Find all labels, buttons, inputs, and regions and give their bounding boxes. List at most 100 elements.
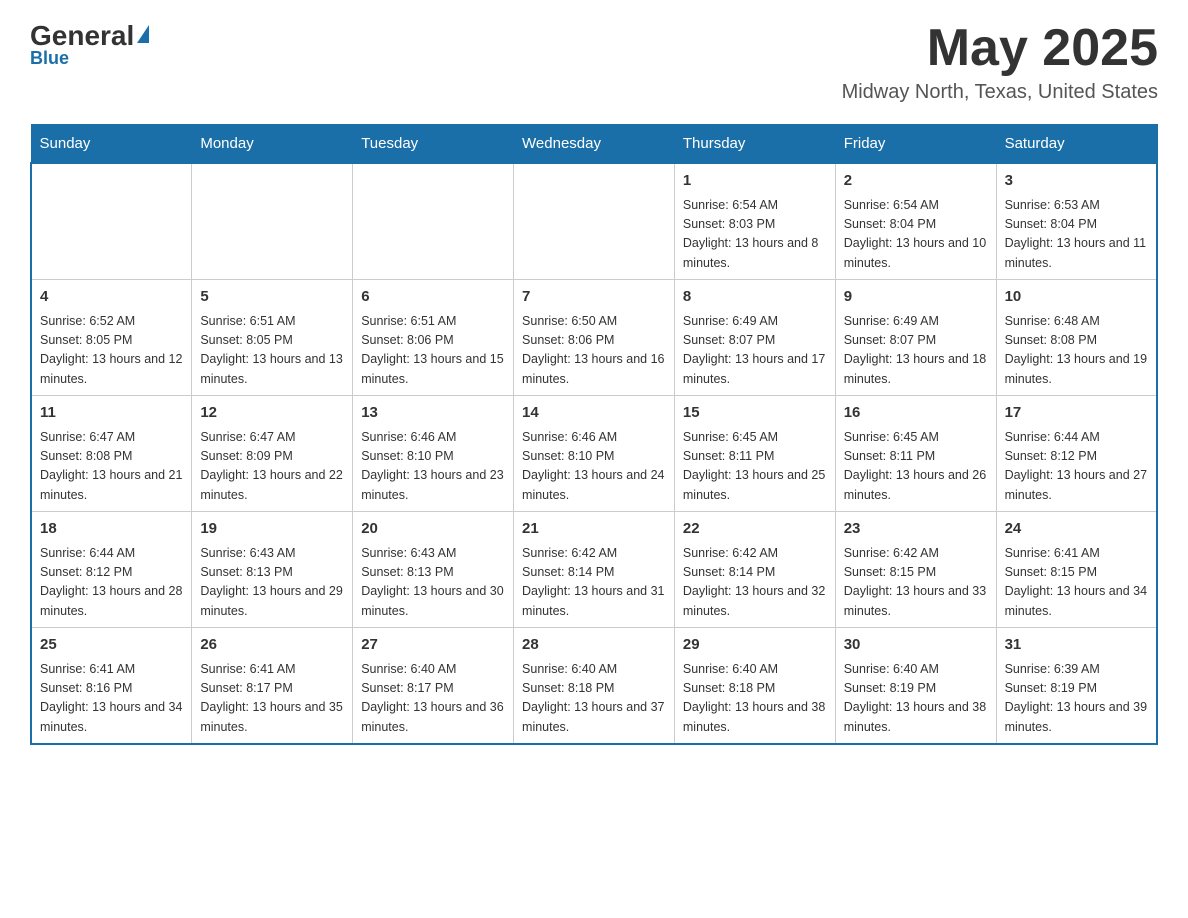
day-info: Sunrise: 6:51 AM Sunset: 8:05 PM Dayligh… [200, 312, 344, 390]
col-friday: Friday [835, 125, 996, 164]
col-monday: Monday [192, 125, 353, 164]
day-number: 22 [683, 518, 827, 541]
calendar-row: 18Sunrise: 6:44 AM Sunset: 8:12 PM Dayli… [31, 512, 1157, 628]
logo: General Blue [30, 20, 149, 69]
day-info: Sunrise: 6:48 AM Sunset: 8:08 PM Dayligh… [1005, 312, 1148, 390]
day-number: 26 [200, 634, 344, 657]
calendar-cell: 7 Sunrise: 6:50 AM Sunset: 8:06 PM Daylig… [514, 280, 675, 396]
day-number: 7 [522, 286, 666, 309]
day-info: Sunrise: 6:41 AM Sunset: 8:17 PM Dayligh… [200, 660, 344, 738]
day-info: Sunrise: 6:46 AM Sunset: 8:10 PM Dayligh… [522, 428, 666, 506]
logo-triangle-icon [137, 25, 149, 43]
day-number: 31 [1005, 634, 1148, 657]
day-info: Sunrise: 6:47 AM Sunset: 8:08 PM Dayligh… [40, 428, 183, 506]
calendar-cell: 18Sunrise: 6:44 AM Sunset: 8:12 PM Dayli… [31, 512, 192, 628]
logo-blue: Blue [30, 48, 69, 69]
day-number: 12 [200, 402, 344, 425]
calendar-cell: 14 Sunrise: 6:46 AM Sunset: 8:10 PM Dayli… [514, 396, 675, 512]
day-number: 24 [1005, 518, 1148, 541]
calendar-body: 1 Sunrise: 6:54 AM Sunset: 8:03 PM Daylig… [31, 163, 1157, 744]
day-number: 10 [1005, 286, 1148, 309]
day-number: 15 [683, 402, 827, 425]
day-number: 23 [844, 518, 988, 541]
calendar-cell: 28 Sunrise: 6:40 AM Sunset: 8:18 PM Dayli… [514, 628, 675, 745]
day-info: Sunrise: 6:42 AM Sunset: 8:14 PM Dayligh… [522, 544, 666, 622]
day-number: 1 [683, 170, 827, 193]
day-info: Sunrise: 6:44 AM Sunset: 8:12 PM Dayligh… [1005, 428, 1148, 506]
calendar-row: 4 Sunrise: 6:52 AM Sunset: 8:05 PM Daylig… [31, 280, 1157, 396]
day-number: 9 [844, 286, 988, 309]
calendar-cell: 15 Sunrise: 6:45 AM Sunset: 8:11 PM Dayli… [674, 396, 835, 512]
day-info: Sunrise: 6:41 AM Sunset: 8:15 PM Dayligh… [1005, 544, 1148, 622]
day-number: 2 [844, 170, 988, 193]
calendar-cell: 31 Sunrise: 6:39 AM Sunset: 8:19 PM Dayli… [996, 628, 1157, 745]
day-info: Sunrise: 6:44 AM Sunset: 8:12 PM Dayligh… [40, 544, 183, 622]
calendar-cell: 2 Sunrise: 6:54 AM Sunset: 8:04 PM Daylig… [835, 163, 996, 280]
title-block: May 2025 Midway North, Texas, United Sta… [842, 20, 1158, 104]
calendar-cell: 16 Sunrise: 6:45 AM Sunset: 8:11 PM Dayli… [835, 396, 996, 512]
day-number: 20 [361, 518, 505, 541]
calendar-row: 1 Sunrise: 6:54 AM Sunset: 8:03 PM Daylig… [31, 163, 1157, 280]
day-number: 19 [200, 518, 344, 541]
calendar-cell: 23 Sunrise: 6:42 AM Sunset: 8:15 PM Dayli… [835, 512, 996, 628]
month-title: May 2025 [842, 20, 1158, 77]
calendar-row: 11 Sunrise: 6:47 AM Sunset: 8:08 PM Dayli… [31, 396, 1157, 512]
col-tuesday: Tuesday [353, 125, 514, 164]
day-info: Sunrise: 6:49 AM Sunset: 8:07 PM Dayligh… [683, 312, 827, 390]
day-number: 21 [522, 518, 666, 541]
calendar-cell: 17 Sunrise: 6:44 AM Sunset: 8:12 PM Dayli… [996, 396, 1157, 512]
calendar-cell: 1 Sunrise: 6:54 AM Sunset: 8:03 PM Daylig… [674, 163, 835, 280]
day-info: Sunrise: 6:40 AM Sunset: 8:19 PM Dayligh… [844, 660, 988, 738]
calendar-cell: 9 Sunrise: 6:49 AM Sunset: 8:07 PM Daylig… [835, 280, 996, 396]
col-thursday: Thursday [674, 125, 835, 164]
calendar-cell: 10 Sunrise: 6:48 AM Sunset: 8:08 PM Dayli… [996, 280, 1157, 396]
day-info: Sunrise: 6:53 AM Sunset: 8:04 PM Dayligh… [1005, 196, 1148, 274]
day-number: 16 [844, 402, 988, 425]
day-info: Sunrise: 6:51 AM Sunset: 8:06 PM Dayligh… [361, 312, 505, 390]
day-info: Sunrise: 6:46 AM Sunset: 8:10 PM Dayligh… [361, 428, 505, 506]
calendar-table: Sunday Monday Tuesday Wednesday Thursday… [30, 124, 1158, 745]
calendar-cell: 5 Sunrise: 6:51 AM Sunset: 8:05 PM Daylig… [192, 280, 353, 396]
calendar-cell [31, 163, 192, 280]
calendar-cell: 26 Sunrise: 6:41 AM Sunset: 8:17 PM Dayli… [192, 628, 353, 745]
calendar-cell: 20Sunrise: 6:43 AM Sunset: 8:13 PM Dayli… [353, 512, 514, 628]
day-info: Sunrise: 6:45 AM Sunset: 8:11 PM Dayligh… [844, 428, 988, 506]
calendar-cell: 22 Sunrise: 6:42 AM Sunset: 8:14 PM Dayli… [674, 512, 835, 628]
calendar-cell [353, 163, 514, 280]
day-number: 14 [522, 402, 666, 425]
day-info: Sunrise: 6:42 AM Sunset: 8:14 PM Dayligh… [683, 544, 827, 622]
calendar-cell: 24 Sunrise: 6:41 AM Sunset: 8:15 PM Dayli… [996, 512, 1157, 628]
day-info: Sunrise: 6:43 AM Sunset: 8:13 PM Dayligh… [200, 544, 344, 622]
calendar-cell [514, 163, 675, 280]
day-number: 8 [683, 286, 827, 309]
calendar-cell: 21 Sunrise: 6:42 AM Sunset: 8:14 PM Dayli… [514, 512, 675, 628]
day-number: 3 [1005, 170, 1148, 193]
calendar-cell: 8 Sunrise: 6:49 AM Sunset: 8:07 PM Daylig… [674, 280, 835, 396]
day-number: 27 [361, 634, 505, 657]
calendar-cell: 3 Sunrise: 6:53 AM Sunset: 8:04 PM Daylig… [996, 163, 1157, 280]
calendar-header: Sunday Monday Tuesday Wednesday Thursday… [31, 125, 1157, 164]
day-number: 28 [522, 634, 666, 657]
day-number: 13 [361, 402, 505, 425]
day-info: Sunrise: 6:45 AM Sunset: 8:11 PM Dayligh… [683, 428, 827, 506]
calendar-cell [192, 163, 353, 280]
day-info: Sunrise: 6:40 AM Sunset: 8:18 PM Dayligh… [522, 660, 666, 738]
day-info: Sunrise: 6:54 AM Sunset: 8:03 PM Dayligh… [683, 196, 827, 274]
day-info: Sunrise: 6:47 AM Sunset: 8:09 PM Dayligh… [200, 428, 344, 506]
day-info: Sunrise: 6:42 AM Sunset: 8:15 PM Dayligh… [844, 544, 988, 622]
day-number: 17 [1005, 402, 1148, 425]
calendar-cell: 4 Sunrise: 6:52 AM Sunset: 8:05 PM Daylig… [31, 280, 192, 396]
day-info: Sunrise: 6:52 AM Sunset: 8:05 PM Dayligh… [40, 312, 183, 390]
day-info: Sunrise: 6:49 AM Sunset: 8:07 PM Dayligh… [844, 312, 988, 390]
day-number: 5 [200, 286, 344, 309]
calendar-cell: 13 Sunrise: 6:46 AM Sunset: 8:10 PM Dayli… [353, 396, 514, 512]
day-info: Sunrise: 6:40 AM Sunset: 8:17 PM Dayligh… [361, 660, 505, 738]
day-number: 29 [683, 634, 827, 657]
day-info: Sunrise: 6:39 AM Sunset: 8:19 PM Dayligh… [1005, 660, 1148, 738]
day-info: Sunrise: 6:54 AM Sunset: 8:04 PM Dayligh… [844, 196, 988, 274]
day-number: 6 [361, 286, 505, 309]
day-number: 4 [40, 286, 183, 309]
day-info: Sunrise: 6:50 AM Sunset: 8:06 PM Dayligh… [522, 312, 666, 390]
col-saturday: Saturday [996, 125, 1157, 164]
day-number: 11 [40, 402, 183, 425]
